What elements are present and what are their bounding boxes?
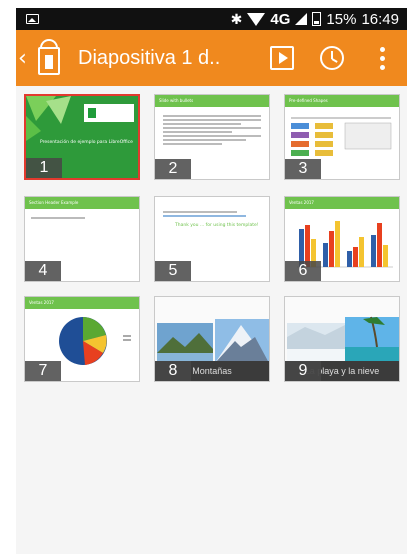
slide-number: 1	[26, 158, 62, 178]
clock-icon	[320, 46, 344, 70]
slide-5-title: Thank you ... for using this template!	[175, 223, 259, 228]
slide-thumbnail-7[interactable]: Ventas 2017 7	[24, 296, 140, 382]
slide-number: 4	[25, 261, 61, 281]
slide-4-title: Section Header Example	[25, 197, 139, 209]
slide-thumbnail-4[interactable]: Section Header Example 4	[24, 196, 140, 282]
image-icon	[26, 14, 39, 24]
chevron-left-icon[interactable]: ‹	[16, 46, 30, 71]
slide-2-title: Slide with bullets	[155, 95, 269, 107]
action-bar: ‹ Diapositiva 1 d..	[16, 30, 407, 86]
slide-number: 6	[285, 261, 321, 281]
slide-thumbnail-2[interactable]: Slide with bullets 2	[154, 94, 270, 180]
start-presentation-button[interactable]	[257, 30, 307, 86]
slide-thumbnail-1[interactable]: Presentación de ejemplo para LibreOffice…	[24, 94, 140, 180]
more-vert-icon	[379, 46, 385, 70]
status-clock: 16:49	[361, 10, 399, 28]
wifi-icon	[247, 12, 266, 26]
battery-percent: 15%	[326, 10, 357, 28]
network-type: 4G	[270, 10, 291, 28]
slide-5-bullets	[163, 209, 261, 219]
slide-thumbnail-6[interactable]: Ventas 2017 6	[284, 196, 400, 282]
status-bar: ✱ 4G 15% 16:49	[16, 8, 407, 30]
slide-number: 5	[155, 261, 191, 281]
bluetooth-icon: ✱	[230, 10, 243, 27]
slide-1-title: Presentación de ejemplo para LibreOffice	[40, 140, 133, 145]
cell-signal-icon	[295, 13, 308, 25]
battery-icon	[312, 12, 322, 26]
page-title: Diapositiva 1 d..	[78, 46, 221, 69]
overflow-menu-button[interactable]	[357, 30, 407, 86]
slide-thumbnail-8[interactable]: Montañas 8	[154, 296, 270, 382]
slide-grid: Presentación de ejemplo para LibreOffice…	[16, 86, 407, 554]
slide-thumbnail-9[interactable]: La playa y la nieve 9	[284, 296, 400, 382]
play-icon	[270, 46, 294, 70]
slide-number: 9	[285, 361, 321, 381]
slide-number: 3	[285, 159, 321, 179]
slide-4-text	[31, 215, 91, 221]
timer-button[interactable]	[307, 30, 357, 86]
slide-thumbnail-5[interactable]: Thank you ... for using this template! 5	[154, 196, 270, 282]
slide-number: 2	[155, 159, 191, 179]
slide-2-bullets	[163, 113, 261, 147]
slide-number: 7	[25, 361, 61, 381]
slide-number: 8	[155, 361, 191, 381]
impress-remote-icon[interactable]	[34, 39, 66, 77]
slide-thumbnail-3[interactable]: Pre-defined Shapes 3	[284, 94, 400, 180]
